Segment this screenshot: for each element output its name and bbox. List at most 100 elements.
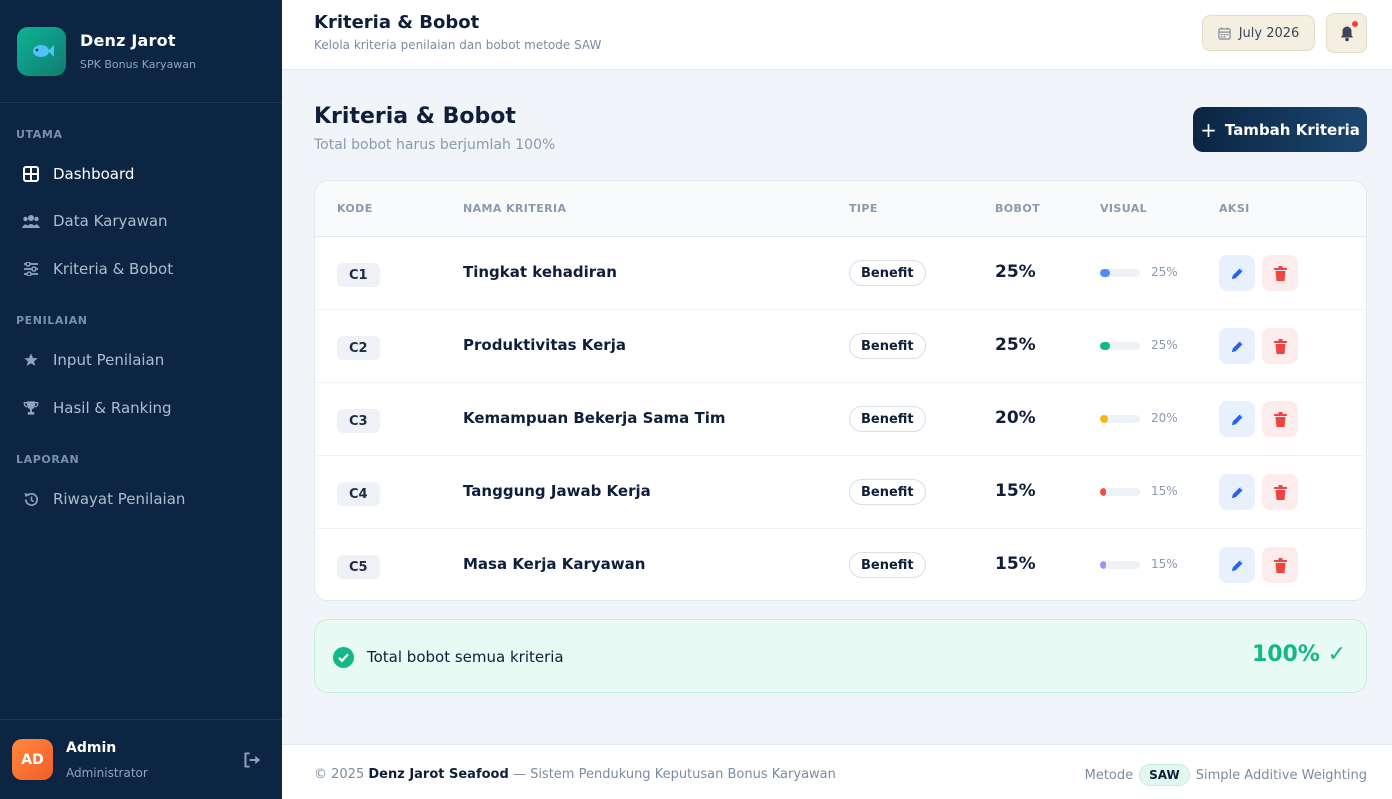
table-row: C2 Produktivitas Kerja Benefit 25% 25% xyxy=(315,310,1366,383)
trash-icon xyxy=(1273,484,1287,500)
criteria-name: Tanggung Jawab Kerja xyxy=(463,482,651,500)
sidebar-item-label: Input Penilaian xyxy=(53,351,165,369)
sidebar-item-label: Dashboard xyxy=(53,165,135,183)
total-weight-label: Total bobot semua kriteria xyxy=(367,648,564,666)
edit-button[interactable] xyxy=(1219,401,1255,437)
weight-bar-percent: 15% xyxy=(1151,557,1178,571)
sidebar-item-data-karyawan[interactable]: Data Karyawan xyxy=(12,201,270,241)
sidebar-item-input-penilaian[interactable]: Input Penilaian xyxy=(12,340,270,380)
table-row: C1 Tingkat kehadiran Benefit 25% 25% xyxy=(315,237,1366,310)
topbar-subtitle: Kelola kriteria penilaian dan bobot meto… xyxy=(314,38,602,52)
add-criteria-button[interactable]: + Tambah Kriteria xyxy=(1193,107,1367,152)
edit-button[interactable] xyxy=(1219,255,1255,291)
delete-button[interactable] xyxy=(1262,328,1298,364)
footer-method: Metode SAW Simple Additive Weighting xyxy=(1085,764,1367,786)
criteria-code: C1 xyxy=(337,263,380,287)
weight-bar-percent: 25% xyxy=(1151,338,1178,352)
edit-button[interactable] xyxy=(1219,547,1255,583)
page-subtitle: Total bobot harus berjumlah 100% xyxy=(314,137,556,153)
brand: Denz Jarot SPK Bonus Karyawan xyxy=(0,0,282,103)
trophy-icon xyxy=(22,399,40,417)
star-icon xyxy=(22,351,40,369)
calendar-icon xyxy=(1217,26,1231,40)
weight-bar-fill xyxy=(1100,415,1108,423)
table-header: KODE NAMA KRITERIA TIPE BOBOT VISUAL AKS… xyxy=(315,181,1366,237)
pencil-icon xyxy=(1231,559,1243,571)
weight-bar xyxy=(1100,561,1140,569)
delete-button[interactable] xyxy=(1262,401,1298,437)
criteria-type-badge: Benefit xyxy=(849,260,926,286)
delete-button[interactable] xyxy=(1262,547,1298,583)
weight-bar-fill xyxy=(1100,561,1106,569)
trash-icon xyxy=(1273,411,1287,427)
criteria-weight: 25% xyxy=(995,262,1036,282)
check-circle-icon xyxy=(333,647,354,672)
pencil-icon xyxy=(1231,267,1243,279)
criteria-type-badge: Benefit xyxy=(849,479,926,505)
sidebar: Denz Jarot SPK Bonus Karyawan UTAMA Dash… xyxy=(0,0,282,799)
delete-button[interactable] xyxy=(1262,474,1298,510)
method-badge: SAW xyxy=(1139,764,1190,786)
avatar: AD xyxy=(12,739,53,780)
sliders-icon xyxy=(22,260,40,278)
logout-icon[interactable] xyxy=(242,751,262,773)
grid-icon xyxy=(22,165,40,183)
total-weight-card: Total bobot semua kriteria 100% ✓ xyxy=(314,619,1367,693)
weight-bar-fill xyxy=(1100,342,1110,350)
page-title: Kriteria & Bobot xyxy=(314,104,516,129)
criteria-table: KODE NAMA KRITERIA TIPE BOBOT VISUAL AKS… xyxy=(314,180,1367,601)
column-header-aksi: AKSI xyxy=(1219,202,1250,215)
criteria-code: C5 xyxy=(337,555,380,579)
add-criteria-label: Tambah Kriteria xyxy=(1224,120,1360,139)
nav-section-penilaian: PENILAIAN xyxy=(16,314,88,327)
weight-bar-fill xyxy=(1100,488,1106,496)
sidebar-item-label: Data Karyawan xyxy=(53,212,168,230)
sidebar-item-label: Hasil & Ranking xyxy=(53,399,172,417)
weight-bar-percent: 20% xyxy=(1151,411,1178,425)
history-icon xyxy=(22,490,40,508)
pencil-icon xyxy=(1231,486,1243,498)
weight-bar xyxy=(1100,415,1140,423)
pencil-icon xyxy=(1231,340,1243,352)
weight-bar xyxy=(1100,488,1140,496)
criteria-name: Masa Kerja Karyawan xyxy=(463,555,646,573)
fish-icon xyxy=(17,26,66,76)
table-row: C5 Masa Kerja Karyawan Benefit 15% 15% xyxy=(315,529,1366,600)
brand-subtitle: SPK Bonus Karyawan xyxy=(80,58,197,71)
sidebar-item-label: Kriteria & Bobot xyxy=(53,260,174,278)
footer: © 2025 Denz Jarot Seafood — Sistem Pendu… xyxy=(282,744,1392,799)
criteria-name: Kemampuan Bekerja Sama Tim xyxy=(463,409,726,427)
criteria-name: Produktivitas Kerja xyxy=(463,336,626,354)
sidebar-item-kriteria-bobot[interactable]: Kriteria & Bobot xyxy=(12,249,270,289)
sidebar-item-label: Riwayat Penilaian xyxy=(53,490,186,508)
criteria-weight: 20% xyxy=(995,408,1036,428)
trash-icon xyxy=(1273,265,1287,281)
weight-bar xyxy=(1100,342,1140,350)
sidebar-item-dashboard[interactable]: Dashboard xyxy=(12,154,270,194)
edit-button[interactable] xyxy=(1219,474,1255,510)
copyright-text: © 2025 xyxy=(314,767,365,782)
notification-button[interactable] xyxy=(1326,13,1367,53)
user-panel: AD Admin Administrator xyxy=(0,719,282,799)
method-name: Simple Additive Weighting xyxy=(1195,767,1367,783)
table-row: C4 Tanggung Jawab Kerja Benefit 15% 15% xyxy=(315,456,1366,529)
method-label: Metode xyxy=(1084,767,1134,783)
criteria-type-badge: Benefit xyxy=(849,333,926,359)
sidebar-item-hasil-ranking[interactable]: Hasil & Ranking xyxy=(12,388,270,428)
sidebar-item-riwayat-penilaian[interactable]: Riwayat Penilaian xyxy=(12,479,270,519)
criteria-weight: 15% xyxy=(995,481,1036,501)
criteria-code: C3 xyxy=(337,409,380,433)
footer-copyright: © 2025 Denz Jarot Seafood — Sistem Pendu… xyxy=(314,767,836,782)
column-header-kode: KODE xyxy=(337,202,373,215)
criteria-code: C4 xyxy=(337,482,380,506)
date-chip[interactable]: July 2026 xyxy=(1202,15,1315,51)
delete-button[interactable] xyxy=(1262,255,1298,291)
user-name: Admin xyxy=(66,739,117,756)
plus-icon: + xyxy=(1200,117,1217,142)
pencil-icon xyxy=(1231,413,1243,425)
criteria-name: Tingkat kehadiran xyxy=(463,263,617,281)
footer-tagline: — Sistem Pendukung Keputusan Bonus Karya… xyxy=(512,767,836,782)
company-name: Denz Jarot Seafood xyxy=(368,767,509,782)
column-header-nama-kriteria: NAMA KRITERIA xyxy=(463,202,567,215)
edit-button[interactable] xyxy=(1219,328,1255,364)
